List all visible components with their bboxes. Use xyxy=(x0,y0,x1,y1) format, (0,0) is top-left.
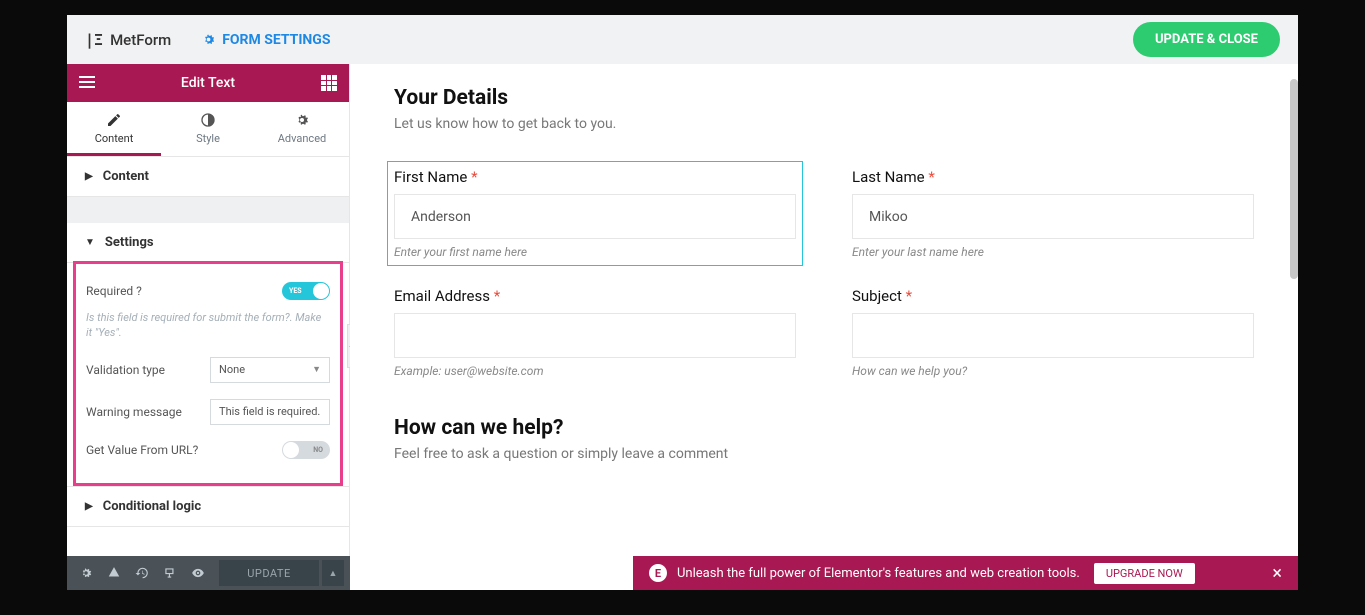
section-sub-help: Feel free to ask a question or simply le… xyxy=(394,446,1254,462)
settings-icon[interactable] xyxy=(73,560,99,586)
form-settings-button[interactable]: FORM SETTINGS xyxy=(201,32,330,48)
section-settings-label: Settings xyxy=(105,235,154,250)
promo-text: Unleash the full power of Elementor's fe… xyxy=(677,566,1080,581)
pencil-icon xyxy=(106,112,122,128)
tab-content[interactable]: Content xyxy=(67,102,161,156)
preview-icon[interactable] xyxy=(185,560,211,586)
section-content[interactable]: ▶ Content xyxy=(67,157,349,197)
caret-right-icon: ▶ xyxy=(85,501,93,512)
settings-highlight: Required ? YES Is this field is required… xyxy=(73,261,343,486)
validation-value: None xyxy=(219,363,245,376)
warning-row: Warning message xyxy=(86,391,330,433)
warning-input[interactable] xyxy=(210,399,330,425)
required-help: Is this field is required for submit the… xyxy=(86,308,330,349)
navigator-icon[interactable] xyxy=(101,560,127,586)
last-name-input[interactable] xyxy=(852,194,1254,239)
top-bar-left: |Ξ MetForm FORM SETTINGS xyxy=(85,31,330,49)
canvas: Your Details Let us know how to get back… xyxy=(350,64,1298,590)
elementor-icon: E xyxy=(649,564,667,582)
section-content-label: Content xyxy=(103,169,149,184)
close-icon[interactable]: × xyxy=(1272,563,1282,584)
last-name-label: Last Name * xyxy=(852,168,1254,186)
caret-down-icon: ▼ xyxy=(85,237,95,248)
responsive-icon[interactable] xyxy=(157,560,183,586)
section-gap xyxy=(67,197,349,223)
sidebar-header: Edit Text xyxy=(67,64,349,102)
gear-icon xyxy=(294,112,310,128)
first-name-label: First Name * xyxy=(394,168,796,186)
last-name-hint: Enter your last name here xyxy=(852,245,1254,259)
section-conditional[interactable]: ▶ Conditional logic xyxy=(67,486,349,527)
form-grid: First Name * Enter your first name here … xyxy=(394,168,1254,378)
sidebar-title: Edit Text xyxy=(181,75,235,91)
toggle-knob xyxy=(283,442,299,458)
section-conditional-label: Conditional logic xyxy=(103,499,201,514)
sidebar: Edit Text Content Style Advanced xyxy=(67,64,350,590)
email-label: Email Address * xyxy=(394,287,796,305)
tab-style[interactable]: Style xyxy=(161,102,255,156)
field-last-name[interactable]: Last Name * Enter your last name here xyxy=(852,168,1254,259)
brand: |Ξ MetForm xyxy=(85,31,171,49)
required-row: Required ? YES xyxy=(86,274,330,308)
warning-label: Warning message xyxy=(86,405,182,419)
field-subject[interactable]: Subject * How can we help you? xyxy=(852,287,1254,378)
history-icon[interactable] xyxy=(129,560,155,586)
toggle-knob xyxy=(313,283,329,299)
metform-icon: |Ξ xyxy=(85,31,103,49)
required-label: Required ? xyxy=(86,284,142,298)
email-hint: Example: user@website.com xyxy=(394,364,796,378)
toggle-yes-text: YES xyxy=(289,287,302,295)
geturl-label: Get Value From URL? xyxy=(86,443,198,457)
email-input[interactable] xyxy=(394,313,796,358)
tab-content-label: Content xyxy=(95,132,134,145)
field-email[interactable]: Email Address * Example: user@website.co… xyxy=(394,287,796,378)
sidebar-footer: UPDATE ▲ xyxy=(67,556,350,590)
tab-advanced[interactable]: Advanced xyxy=(255,102,349,156)
first-name-input[interactable] xyxy=(394,194,796,239)
field-first-name[interactable]: First Name * Enter your first name here xyxy=(388,162,802,265)
gear-icon xyxy=(201,32,216,47)
sidebar-panel: ▶ Content ▼ Settings Required ? YES xyxy=(67,157,349,527)
style-icon xyxy=(200,112,216,128)
sidebar-tabs: Content Style Advanced xyxy=(67,102,349,157)
tab-style-label: Style xyxy=(196,132,220,145)
validation-row: Validation type None ▼ xyxy=(86,349,330,391)
canvas-scrollbar[interactable] xyxy=(1290,79,1298,279)
caret-right-icon: ▶ xyxy=(85,171,93,182)
update-menu-button[interactable]: ▲ xyxy=(322,560,344,586)
section-heading-details: Your Details xyxy=(394,86,1254,110)
first-name-hint: Enter your first name here xyxy=(394,245,796,259)
tab-advanced-label: Advanced xyxy=(278,132,326,145)
promo-bar: E Unleash the full power of Elementor's … xyxy=(633,556,1298,590)
menu-icon[interactable] xyxy=(79,76,95,90)
subject-input[interactable] xyxy=(852,313,1254,358)
upgrade-button[interactable]: UPGRADE NOW xyxy=(1094,563,1195,584)
toggle-no-text: NO xyxy=(313,446,323,454)
chevron-down-icon: ▼ xyxy=(312,364,321,375)
section-heading-help: How can we help? xyxy=(394,416,1254,440)
validation-select[interactable]: None ▼ xyxy=(210,357,330,383)
subject-label: Subject * xyxy=(852,287,1254,305)
form-settings-label: FORM SETTINGS xyxy=(222,32,330,48)
top-bar: |Ξ MetForm FORM SETTINGS UPDATE & CLOSE xyxy=(67,15,1298,64)
brand-label: MetForm xyxy=(110,31,171,49)
section-sub-details: Let us know how to get back to you. xyxy=(394,116,1254,132)
validation-label: Validation type xyxy=(86,363,165,377)
geturl-toggle[interactable]: NO xyxy=(282,441,330,459)
modal-body: Edit Text Content Style Advanced xyxy=(67,64,1298,590)
update-and-close-button[interactable]: UPDATE & CLOSE xyxy=(1133,22,1280,57)
update-button[interactable]: UPDATE xyxy=(219,560,319,586)
subject-hint: How can we help you? xyxy=(852,364,1254,378)
section-settings[interactable]: ▼ Settings xyxy=(67,223,349,263)
section-help: How can we help? Feel free to ask a ques… xyxy=(394,416,1254,462)
modal: |Ξ MetForm FORM SETTINGS UPDATE & CLOSE … xyxy=(67,15,1298,590)
geturl-row: Get Value From URL? NO xyxy=(86,433,330,467)
widgets-icon[interactable] xyxy=(321,75,337,91)
required-toggle[interactable]: YES xyxy=(282,282,330,300)
